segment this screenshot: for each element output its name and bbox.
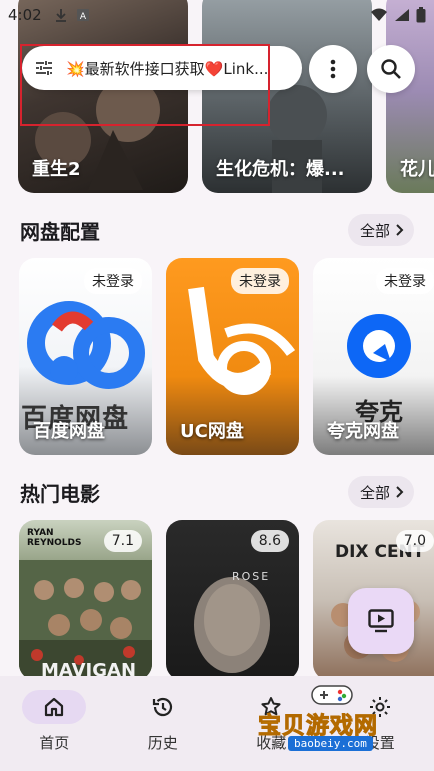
section-title: 网盘配置 [20, 219, 100, 244]
all-label: 全部 [359, 483, 390, 502]
more-button[interactable] [309, 45, 357, 93]
download-icon [55, 9, 66, 22]
chevron-right-icon [396, 486, 404, 498]
banner-title: 重生2 [32, 159, 81, 180]
nav-home[interactable]: 首页 [0, 676, 109, 771]
cloud-card-quark[interactable]: 夸克 未登录 夸克网盘 [313, 258, 434, 455]
cloud-all-button[interactable]: 全部 [347, 214, 414, 246]
login-status-badge: 未登录 [376, 268, 434, 294]
chevron-right-icon [396, 224, 404, 236]
nav-history[interactable]: 历史 [109, 676, 218, 771]
more-vertical-icon [330, 59, 336, 79]
tv-fab-button[interactable] [348, 588, 414, 654]
movie-card[interactable]: ROSE 8.6 [166, 520, 299, 680]
cloud-name: 夸克网盘 [327, 421, 399, 442]
app-screen: 4:02 A 重生2 生化危机：爆... 花儿 💥最新软件接口获取❤️Link.… [0, 0, 434, 771]
login-status-badge: 未登录 [231, 268, 289, 294]
all-label: 全部 [359, 221, 390, 240]
banner-title: 生化危机：爆... [216, 159, 345, 180]
cloud-name: 百度网盘 [33, 421, 105, 442]
cloud-section-header: 网盘配置 全部 [20, 213, 414, 247]
tv-play-icon [368, 609, 394, 633]
history-icon [152, 697, 172, 717]
section-title: 热门电影 [20, 481, 100, 506]
nav-label: 历史 [147, 734, 178, 752]
poster-title-text: ROSE [232, 570, 271, 583]
cloud-card-uc[interactable]: 未登录 UC网盘 [166, 258, 299, 455]
banner-title: 花儿 [400, 159, 434, 180]
battery-icon [416, 7, 426, 23]
login-status-badge: 未登录 [84, 268, 142, 294]
status-bar: 4:02 A [0, 0, 434, 30]
notification-icon: A [76, 9, 89, 22]
wifi-icon [371, 8, 387, 21]
watermark-text: 宝贝游戏网 [258, 713, 378, 740]
cloud-name: UC网盘 [180, 421, 244, 442]
status-time: 4:02 [8, 6, 42, 24]
cloud-card-baidu[interactable]: 百度网盘 未登录 百度网盘 [19, 258, 152, 455]
site-watermark: 宝贝游戏网 baobeiy.com [258, 682, 408, 752]
search-icon [381, 59, 401, 79]
poster-title-text: RYAN REYNOLDS [27, 528, 82, 548]
highlight-box [20, 44, 270, 126]
nav-label: 首页 [39, 734, 70, 752]
rating-badge: 7.0 [395, 530, 434, 552]
signal-icon [395, 9, 409, 21]
search-button[interactable] [367, 45, 415, 93]
gamepad-icon [311, 685, 353, 705]
movie-all-button[interactable]: 全部 [347, 476, 414, 508]
rating-badge: 8.6 [250, 530, 289, 552]
rating-badge: 7.1 [103, 530, 142, 552]
home-icon [45, 697, 64, 717]
movie-section-header: 热门电影 全部 [20, 475, 414, 509]
movie-card[interactable]: RYAN REYNOLDS MAVIGAN 7.1 [19, 520, 152, 680]
svg-text:A: A [80, 12, 87, 22]
watermark-url: baobeiy.com [288, 736, 373, 751]
